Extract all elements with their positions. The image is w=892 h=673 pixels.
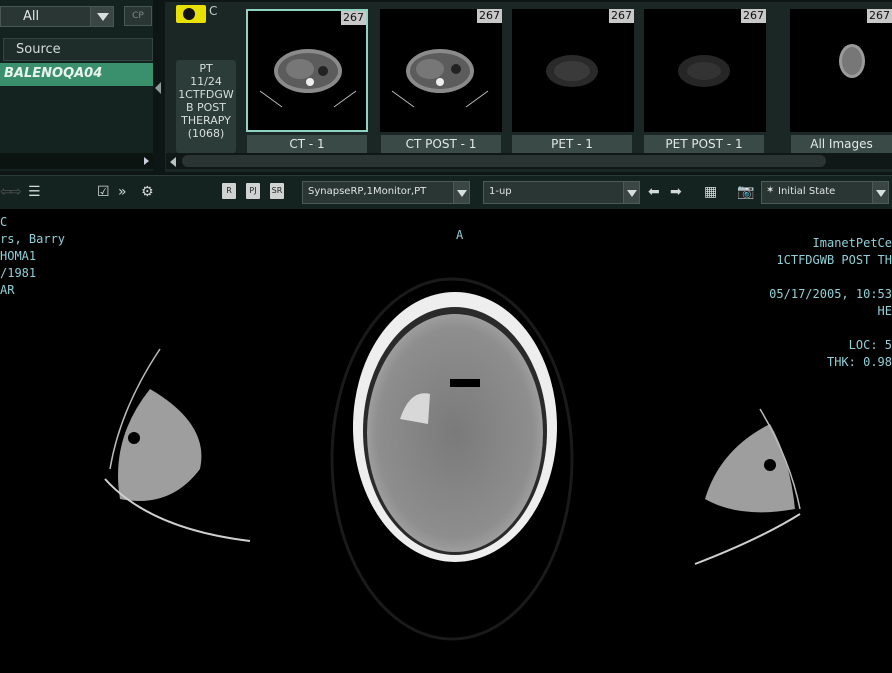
overlay-line: AR (0, 283, 15, 297)
all-images-thumbnail-image (839, 44, 865, 78)
state-select-value: Initial State (778, 186, 836, 197)
source-row[interactable]: BALENOQA04 (0, 63, 153, 86)
image-viewport[interactable]: C rs, Barry HOMA1 /1981 AR A ImanetPetCe… (0, 209, 892, 669)
collapse-panel-button[interactable] (153, 0, 164, 171)
left-scrollbar[interactable] (0, 153, 153, 169)
series-info-line: 1CTFDGW (178, 88, 234, 101)
series-info-line: B POST (185, 101, 227, 114)
filter-value: All (23, 9, 40, 24)
camera-icon[interactable]: 📷 (737, 184, 754, 200)
ct-thumbnail-image (259, 49, 357, 108)
series-toggle-icon[interactable] (176, 5, 206, 23)
series-info-line: 11/24 (190, 75, 222, 88)
thumbnail-label[interactable]: CT POST - 1 (381, 135, 501, 153)
overlay-line: 05/17/2005, 10:53 (769, 287, 892, 301)
chevron-down-icon[interactable] (623, 181, 640, 204)
thumbnail-ct-post[interactable]: 267 (380, 9, 502, 132)
filter-dropdown[interactable]: All (0, 6, 114, 27)
source-row-label: BALENOQA04 (4, 66, 103, 81)
overlay-line: HE (877, 304, 892, 318)
checkbox-icon[interactable]: ☑ (97, 184, 110, 200)
thumbnail-label[interactable]: PET - 1 (512, 135, 632, 153)
thumbnail-all-images[interactable]: 267 (790, 9, 892, 132)
overlay-top-left: C rs, Barry HOMA1 /1981 AR (0, 214, 65, 299)
overlay-line: THK: 0.98 (826, 355, 892, 369)
overlay-line: ImanetPetCe (812, 236, 892, 250)
image-count: 267 (867, 9, 892, 23)
next-arrow-icon[interactable]: ➡ (670, 184, 682, 200)
viewer-toolbar: ⇦ ⇨ ☰ ☑ » ⚙ R PJ SR SynapseRP,1Monitor,P… (0, 175, 892, 209)
thumbnail-label[interactable]: CT - 1 (247, 135, 367, 153)
grid-layout-icon[interactable]: ▦ (704, 184, 717, 200)
sr-button[interactable]: SR (270, 183, 284, 199)
cp-button[interactable]: CP (124, 6, 152, 26)
view-select[interactable]: 1-up (483, 181, 640, 204)
settings-badge-icon[interactable]: ⚙ (141, 184, 154, 200)
overlay-line (769, 269, 892, 286)
thumbnail-pet[interactable]: 267 (512, 9, 634, 132)
scroll-left-icon[interactable] (170, 157, 176, 167)
series-info-line: PT (199, 62, 213, 75)
overlay-line (769, 320, 892, 337)
strip-scrollbar[interactable] (166, 153, 892, 169)
pet-thumbnail-image (546, 55, 598, 87)
thumbnail-ct[interactable]: 267 (246, 9, 368, 132)
star-icon: ✶ (766, 185, 775, 196)
layout-select[interactable]: SynapseRP,1Monitor,PT (302, 181, 470, 204)
pet-post-thumbnail-image (678, 55, 730, 87)
pj-button[interactable]: PJ (246, 183, 260, 199)
forward-arrow-icon[interactable]: ⇨ (10, 184, 22, 200)
image-count: 267 (477, 9, 502, 23)
series-info-line: THERAPY (181, 114, 231, 127)
overlay-line: HOMA1 (0, 249, 37, 263)
series-info-line: (1068) (187, 127, 225, 140)
double-chevron-icon[interactable]: » (118, 184, 127, 200)
state-select[interactable]: Initial State ✶ (761, 181, 889, 204)
strip-letter: C (209, 4, 218, 18)
overlay-line: C (0, 215, 8, 229)
ct-brain-image[interactable] (0, 209, 892, 669)
search-list-icon[interactable]: ☰ (28, 184, 41, 200)
view-select-value: 1-up (489, 186, 512, 197)
source-panel: All CP Source BALENOQA04 (0, 0, 154, 171)
thumbnail-label[interactable]: All Images (791, 135, 892, 153)
layout-select-value: SynapseRP,1Monitor,PT (308, 186, 427, 197)
chevron-down-icon[interactable] (90, 6, 114, 27)
orientation-label: A (456, 228, 464, 242)
thumbnail-pet-post[interactable]: 267 (644, 9, 766, 132)
report-button[interactable]: R (222, 183, 236, 199)
chevron-down-icon[interactable] (872, 181, 889, 204)
prev-arrow-icon[interactable]: ⬅ (648, 184, 660, 200)
scroll-right-icon[interactable] (144, 157, 149, 165)
ct-post-thumbnail-image (391, 49, 489, 108)
image-count: 267 (741, 9, 766, 23)
series-info-card[interactable]: PT 11/24 1CTFDGW B POST THERAPY (1068) (176, 60, 236, 153)
overlay-top-right: ImanetPetCe 1CTFDGWB POST TH 05/17/2005,… (769, 235, 892, 371)
overlay-line: LOC: 5 (848, 338, 892, 352)
thumbnail-label[interactable]: PET POST - 1 (644, 135, 764, 153)
chevron-down-icon[interactable] (453, 181, 470, 204)
overlay-line: rs, Barry (0, 232, 66, 246)
scroll-thumb[interactable] (182, 155, 826, 167)
source-header-label: Source (16, 42, 61, 57)
source-column-header[interactable]: Source (3, 38, 153, 61)
image-count: 267 (341, 11, 366, 25)
image-count: 267 (609, 9, 634, 23)
overlay-line: 1CTFDGWB POST TH (776, 253, 892, 267)
overlay-line: /1981 (0, 266, 37, 280)
